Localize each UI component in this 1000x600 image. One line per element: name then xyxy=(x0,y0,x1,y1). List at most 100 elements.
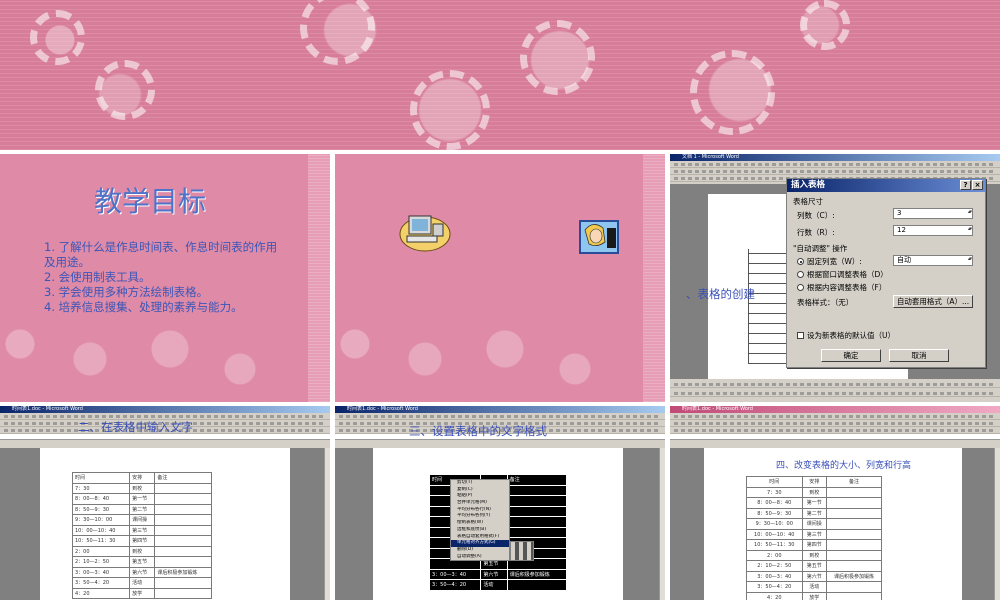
table-cell[interactable]: 到校 xyxy=(801,486,827,498)
table-cell[interactable]: 到校 xyxy=(129,482,156,494)
table-row[interactable]: 3：50—4：20 活动 xyxy=(428,579,568,591)
table-cell[interactable] xyxy=(506,579,568,591)
table-cell[interactable]: 到校 xyxy=(801,549,827,561)
table-row[interactable]: 8：00—8：40 第一节 xyxy=(746,497,883,509)
table-cell[interactable] xyxy=(506,484,568,496)
fit-window-radio[interactable]: 根据窗口调整表格（D） xyxy=(797,269,888,280)
table-cell[interactable]: 第三节 xyxy=(801,528,827,540)
context-menu-item[interactable]: 边框和底纹(B) xyxy=(451,527,509,534)
table-cell[interactable]: 7：30 xyxy=(746,486,803,498)
table-row[interactable]: 2：00 到校 xyxy=(71,545,212,557)
context-menu-item[interactable]: 绘制表格(W) xyxy=(451,520,509,527)
menu-bar[interactable] xyxy=(335,413,665,420)
table-cell[interactable]: 第六节 xyxy=(801,570,827,582)
table-row[interactable]: 2：00 到校 xyxy=(746,549,883,561)
table-cell[interactable] xyxy=(825,549,883,561)
table-row[interactable]: 3：00—3：40 第六节 课后积极参加锻炼 xyxy=(428,568,568,580)
table-cell[interactable]: 备注 xyxy=(506,474,568,486)
table-row[interactable]: 3：00—3：40 第六节 课后积极参加锻炼 xyxy=(71,566,212,578)
table-cell[interactable]: 7：30 xyxy=(71,482,131,494)
insert-table-dialog[interactable]: 插入表格 ? × 表格尺寸 列数（C）: 3 行数（R）: 12 "自动调整" … xyxy=(786,178,986,368)
document-page[interactable]: 时间 安排 备注 7：30 到校 8：00—8：40 第一节 8：50—9：30 第二节 9：30… xyxy=(40,448,290,600)
table-row[interactable]: 10：00—10：40 第三节 xyxy=(746,528,883,540)
table-cell[interactable]: 安排 xyxy=(129,472,156,484)
table-cell[interactable]: 8：50—9：30 xyxy=(71,503,131,515)
table-cell[interactable]: 3：50—4：20 xyxy=(71,577,131,589)
schedule-table[interactable]: 时间 安排 备注 7：30 到校 8：00—8：40 第一节 8：50—9：30 第二节 9：30… xyxy=(71,472,212,599)
slide-resize-table[interactable]: 时间表1.doc - Microsoft Word 四、改变表格的大小、列宽和行… xyxy=(670,406,1000,600)
context-menu-item[interactable]: 剪切(T) xyxy=(451,480,509,487)
document-page[interactable]: 四、改变表格的大小、列宽和行高 时间 安排 备注 7：30 到校 8：00—8：40 第一节… xyxy=(704,448,962,600)
context-menu-item[interactable]: 粘贴(P) xyxy=(451,493,509,500)
table-cell[interactable] xyxy=(825,507,883,519)
table-row[interactable]: 10：50—11：30 第四节 xyxy=(71,535,212,547)
table-cell[interactable]: 第二节 xyxy=(129,503,156,515)
standard-toolbar[interactable] xyxy=(670,420,1000,427)
table-cell[interactable]: 9：30—10：00 xyxy=(746,518,803,530)
table-cell[interactable]: 备注 xyxy=(825,476,883,488)
table-cell[interactable]: 第三节 xyxy=(129,524,156,536)
table-cell[interactable]: 第四节 xyxy=(129,535,156,547)
slide-enter-text[interactable]: 时间表1.doc - Microsoft Word 时间 安排 备注 7：30 到校 8：… xyxy=(0,406,330,600)
table-cell[interactable]: 时间 xyxy=(71,472,131,484)
drawing-toolbar[interactable] xyxy=(670,381,1000,388)
table-context-menu[interactable]: 剪切(T) 复制(C) 粘贴(P) 合并单元格(M) 平均分布各行(N) 平均分布各列(Y… xyxy=(450,479,510,561)
table-cell[interactable]: 第五节 xyxy=(129,556,156,568)
table-cell[interactable]: 3：00—3：40 xyxy=(746,570,803,582)
table-cell[interactable]: 时间 xyxy=(746,476,803,488)
table-cell[interactable]: 课后积极参加锻炼 xyxy=(154,566,212,578)
table-cell[interactable]: 活动 xyxy=(480,579,508,591)
table-cell[interactable]: 8：00—8：40 xyxy=(746,497,803,509)
table-cell[interactable] xyxy=(154,493,212,505)
table-row[interactable]: 2：10—2：50 第五节 xyxy=(746,560,883,572)
standard-toolbar[interactable] xyxy=(670,168,1000,175)
autoformat-button[interactable]: 自动套用格式（A）... xyxy=(893,295,973,308)
slide-clipart[interactable] xyxy=(335,154,665,402)
table-cell[interactable]: 第六节 xyxy=(480,568,508,580)
table-cell[interactable]: 课间操 xyxy=(801,518,827,530)
table-row[interactable]: 8：50—9：30 第二节 xyxy=(71,503,212,515)
table-cell[interactable] xyxy=(154,556,212,568)
help-icon[interactable]: ? xyxy=(960,180,971,190)
default-checkbox[interactable]: 设为新表格的默认值（U） xyxy=(797,330,895,341)
table-cell[interactable]: 2：10—2：50 xyxy=(71,556,131,568)
table-cell[interactable] xyxy=(825,518,883,530)
table-row[interactable]: 7：30 到校 xyxy=(746,486,883,498)
menu-bar[interactable] xyxy=(670,413,1000,420)
table-cell[interactable] xyxy=(154,535,212,547)
table-row[interactable]: 时间 安排 备注 xyxy=(746,476,883,488)
table-cell[interactable] xyxy=(154,503,212,515)
table-row[interactable]: 2：10—2：50 第五节 xyxy=(71,556,212,568)
table-cell[interactable]: 活动 xyxy=(129,577,156,589)
table-cell[interactable]: 4：20 xyxy=(71,587,131,599)
context-menu-item[interactable]: 平均分布各列(Y) xyxy=(451,513,509,520)
table-cell[interactable]: 第一节 xyxy=(801,497,827,509)
context-menu-item[interactable]: 平均分布各行(N) xyxy=(451,507,509,514)
ok-button[interactable]: 确定 xyxy=(821,349,881,362)
table-cell[interactable] xyxy=(825,497,883,509)
table-cell[interactable] xyxy=(825,528,883,540)
table-row[interactable]: 9：30—10：00 课间操 xyxy=(746,518,883,530)
table-cell[interactable]: 放学 xyxy=(129,587,156,599)
table-cell[interactable]: 第四节 xyxy=(801,539,827,551)
table-cell[interactable]: 课后积极参加锻炼 xyxy=(825,570,883,582)
table-cell[interactable] xyxy=(825,591,883,600)
table-cell[interactable]: 3：50—4：20 xyxy=(428,579,482,591)
fit-content-radio[interactable]: 根据内容调整表格（F） xyxy=(797,282,886,293)
table-cell[interactable]: 4：20 xyxy=(746,591,803,600)
table-cell[interactable]: 2：10—2：50 xyxy=(746,560,803,572)
table-cell[interactable] xyxy=(154,482,212,494)
table-cell[interactable]: 10：50—11：30 xyxy=(71,535,131,547)
table-cell[interactable]: 安排 xyxy=(801,476,827,488)
table-row[interactable]: 3：50—4：20 活动 xyxy=(746,581,883,593)
table-cell[interactable]: 第二节 xyxy=(801,507,827,519)
context-menu-item[interactable]: 复制(C) xyxy=(451,487,509,494)
columns-input[interactable]: 3 xyxy=(893,208,973,219)
table-cell[interactable]: 放学 xyxy=(801,591,827,600)
table-row[interactable]: 8：00—8：40 第一节 xyxy=(71,493,212,505)
table-cell[interactable]: 10：50—11：30 xyxy=(746,539,803,551)
table-cell[interactable]: 10：00—10：40 xyxy=(746,528,803,540)
table-cell[interactable]: 第一节 xyxy=(129,493,156,505)
vertical-scrollbar[interactable] xyxy=(659,448,665,600)
table-cell[interactable]: 10：00—10：40 xyxy=(71,524,131,536)
